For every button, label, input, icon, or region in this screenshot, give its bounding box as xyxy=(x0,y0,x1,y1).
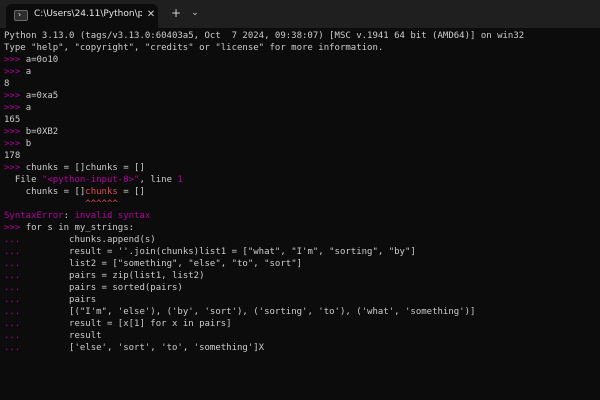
new-tab-button[interactable]: + xyxy=(170,6,182,20)
terminal-line: ... result xyxy=(4,330,594,342)
terminal-text: a xyxy=(25,67,32,77)
terminal-line: >>> a=0o10 xyxy=(4,54,594,66)
close-tab-icon[interactable]: ✕ xyxy=(146,9,156,21)
terminal-text: chunks = [] xyxy=(4,187,86,197)
terminal-line: ... chunks.append(s) xyxy=(4,234,594,246)
prompt-marker: ... xyxy=(4,295,26,305)
terminal-line: 165 xyxy=(4,114,594,126)
terminal-text: : xyxy=(63,211,75,221)
terminal-text: result = ''.join(chunks)list1 = ["what",… xyxy=(25,247,416,257)
terminal-text: "<python-input-8>" xyxy=(41,175,140,185)
terminal-text: for s in my_strings: xyxy=(25,223,135,233)
prompt-marker: >>> xyxy=(4,139,26,149)
terminal-text: list2 = ["something", "else", "to", "sor… xyxy=(25,259,303,269)
terminal-line: >>> for s in my_strings: xyxy=(4,222,594,234)
prompt-marker: >>> xyxy=(4,127,26,137)
terminal-text: File xyxy=(4,175,42,185)
terminal-text: , line xyxy=(139,175,178,185)
terminal-output[interactable]: Python 3.13.0 (tags/v3.13.0:60403a5, Oct… xyxy=(4,30,594,396)
terminal-text: 178 xyxy=(4,151,21,161)
terminal-line: ... result = ''.join(chunks)list1 = ["wh… xyxy=(4,246,594,258)
terminal-text: b xyxy=(25,139,32,149)
terminal-line: ... result = [x[1] for x in pairs] xyxy=(4,318,594,330)
terminal-text: ^^^^^^ xyxy=(85,199,118,209)
terminal-text: [("I'm", 'else'), ('by', 'sort'), ('sort… xyxy=(25,307,476,317)
terminal-line: Type "help", "copyright", "credits" or "… xyxy=(4,42,594,54)
terminal-text: a xyxy=(25,103,32,113)
terminal-line: chunks = []chunks = [] xyxy=(4,186,594,198)
terminal-text: chunks = []chunks = [] xyxy=(25,163,145,173)
terminal-line: 178 xyxy=(4,150,594,162)
prompt-marker: ... xyxy=(4,271,26,281)
terminal-text: a=0o10 xyxy=(25,55,59,65)
prompt-marker: >>> xyxy=(4,223,26,233)
prompt-marker: >>> xyxy=(4,103,26,113)
terminal-text: = [] xyxy=(117,187,145,197)
terminal-text: chunks.append(s) xyxy=(25,235,156,245)
terminal-text: 8 xyxy=(4,79,10,89)
terminal-line: >>> a xyxy=(4,66,594,78)
terminal-text: pairs xyxy=(25,295,97,305)
tab-title: C:\Users\24.11\Python\python. xyxy=(34,9,142,19)
prompt-marker: ... xyxy=(4,235,26,245)
prompt-marker: ... xyxy=(4,283,26,293)
terminal-text: a=0xa5 xyxy=(25,91,59,101)
terminal-text: pairs = sorted(pairs) xyxy=(25,283,183,293)
terminal-line: File "<python-input-8>", line 1 xyxy=(4,174,594,186)
terminal-icon xyxy=(14,10,28,21)
terminal-line: ... pairs xyxy=(4,294,594,306)
prompt-marker: ... xyxy=(4,319,26,329)
prompt-marker: >>> xyxy=(4,163,26,173)
chevron-down-icon[interactable]: ⌄ xyxy=(190,7,200,19)
terminal-text: ['else', 'sort', 'to', 'something']X xyxy=(25,343,265,353)
terminal-text: Python 3.13.0 (tags/v3.13.0:60403a5, Oct… xyxy=(4,31,525,41)
prompt-marker: ... xyxy=(4,307,26,317)
terminal-line: >>> chunks = []chunks = [] xyxy=(4,162,594,174)
prompt-marker: ... xyxy=(4,247,26,257)
terminal-line: ... list2 = ["something", "else", "to", … xyxy=(4,258,594,270)
terminal-text: SyntaxError xyxy=(4,211,64,221)
terminal-line: ... pairs = sorted(pairs) xyxy=(4,282,594,294)
prompt-marker: ... xyxy=(4,343,26,353)
prompt-marker: >>> xyxy=(4,91,26,101)
prompt-marker: >>> xyxy=(4,55,26,65)
terminal-line: 8 xyxy=(4,78,594,90)
scrollbar[interactable] xyxy=(594,30,598,396)
prompt-marker: >>> xyxy=(4,67,26,77)
terminal-line: SyntaxError: invalid syntax xyxy=(4,210,594,222)
terminal-line: >>> b xyxy=(4,138,594,150)
terminal-line: ... [("I'm", 'else'), ('by', 'sort'), ('… xyxy=(4,306,594,318)
terminal-line: >>> a xyxy=(4,102,594,114)
terminal-text: 165 xyxy=(4,115,21,125)
terminal-line: ... pairs = zip(list1, list2) xyxy=(4,270,594,282)
terminal-text: Type "help", "copyright", "credits" or "… xyxy=(4,43,384,53)
terminal-window: C:\Users\24.11\Python\python. ✕ + ⌄ Pyth… xyxy=(0,0,600,400)
terminal-line: Python 3.13.0 (tags/v3.13.0:60403a5, Oct… xyxy=(4,30,594,42)
terminal-line: ^^^^^^ xyxy=(4,198,594,210)
title-bar: C:\Users\24.11\Python\python. ✕ + ⌄ xyxy=(0,0,600,28)
terminal-text: result xyxy=(25,331,102,341)
terminal-text: pairs = zip(list1, list2) xyxy=(25,271,205,281)
prompt-marker: ... xyxy=(4,259,26,269)
terminal-text: chunks xyxy=(85,187,118,197)
terminal-line: >>> a=0xa5 xyxy=(4,90,594,102)
terminal-text: 1 xyxy=(177,175,183,185)
tab-python-console[interactable]: C:\Users\24.11\Python\python. ✕ xyxy=(6,4,158,28)
terminal-text: result = [x[1] for x in pairs] xyxy=(25,319,232,329)
terminal-line: >>> b=0XB2 xyxy=(4,126,594,138)
terminal-line: ... ['else', 'sort', 'to', 'something']X xyxy=(4,342,594,354)
terminal-text: b=0XB2 xyxy=(25,127,59,137)
prompt-marker: ... xyxy=(4,331,26,341)
terminal-text: invalid syntax xyxy=(74,211,151,221)
